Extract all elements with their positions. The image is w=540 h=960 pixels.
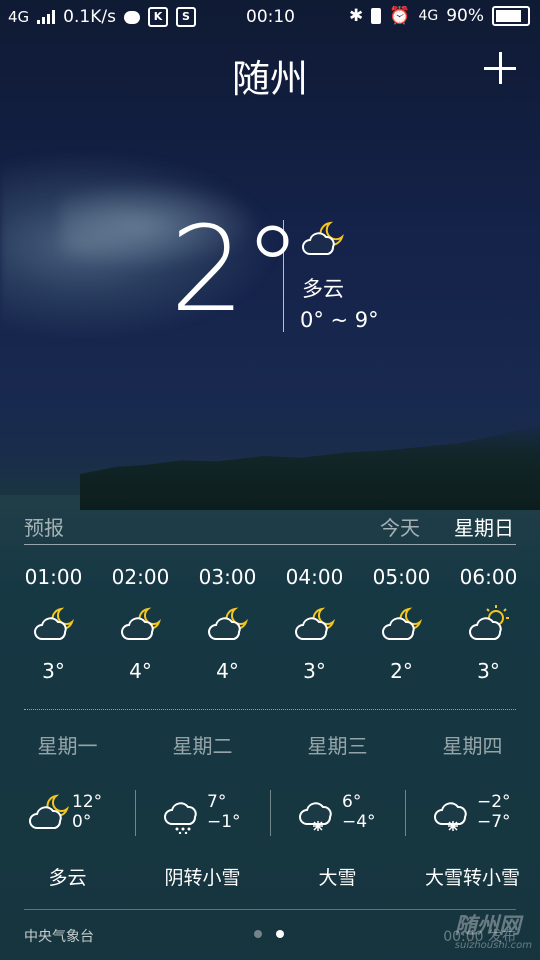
cloudy-sun-icon: [468, 603, 510, 645]
day-condition: 大雪转小雪: [424, 867, 520, 889]
day-high: −2°: [477, 792, 511, 812]
day-high: 6°: [342, 792, 362, 812]
day-cell: 7° −1°: [135, 788, 270, 844]
cloudy-night-icon: [33, 603, 75, 645]
day-high: 7°: [207, 792, 227, 812]
cloudy-night-icon: [300, 220, 346, 262]
divider: [283, 220, 284, 332]
plus-icon[interactable]: [484, 52, 516, 84]
page-indicator[interactable]: [254, 930, 284, 938]
watermark-logo: 随州网 suizhoushi.com: [455, 908, 532, 951]
charging-icon: [371, 8, 382, 24]
clock: 00:10: [246, 7, 295, 27]
cloudy-night-icon: [120, 603, 162, 645]
cloudy-night-icon: [207, 603, 249, 645]
footer-divider: [24, 909, 516, 910]
day-cell: 6° −4°: [270, 788, 405, 844]
day-name: 星期一: [37, 734, 98, 758]
hour-time: 06:00: [459, 565, 518, 589]
hour-temp: 4°: [216, 659, 239, 683]
current-condition: 多云: [302, 277, 344, 301]
dotted-divider: [24, 709, 516, 710]
day-name: 星期二: [172, 734, 233, 758]
alarm-icon: ⏰: [389, 6, 411, 26]
cloudy-night-icon: [28, 792, 70, 834]
day-condition: 大雪: [318, 867, 357, 889]
heavy-snow-icon: [298, 792, 340, 834]
heavy-snow-icon: [433, 792, 475, 834]
signal-icon: [37, 10, 56, 24]
status-bar: 4G 0.1K/s K S 00:10 ✱ ⏰ 4G 90%: [0, 0, 540, 34]
battery-icon: [492, 6, 530, 26]
hourly-item: 04:00 3°: [271, 565, 358, 683]
hour-time: 03:00: [198, 565, 257, 589]
network-type-right: 4G: [418, 8, 439, 24]
day-low: 0°: [72, 812, 92, 832]
page-dot-active[interactable]: [276, 930, 284, 938]
tab-today[interactable]: 今天: [380, 512, 420, 541]
hourly-item: 01:00 3°: [10, 565, 97, 683]
day-cell: 12° 0°: [0, 788, 135, 844]
hourly-item: 06:00 3°: [445, 565, 532, 683]
day-low: −1°: [207, 812, 241, 832]
forecast-header: 预报 今天 星期日: [24, 512, 516, 545]
watermark-url: suizhoushi.com: [454, 940, 532, 951]
city-title[interactable]: 随州: [0, 48, 540, 103]
hour-time: 02:00: [111, 565, 170, 589]
cloudy-night-icon: [381, 603, 423, 645]
day-separator: [405, 790, 406, 836]
hour-time: 05:00: [372, 565, 431, 589]
page-dot[interactable]: [254, 930, 262, 938]
forecast-label: 预报: [24, 516, 64, 540]
day-condition: 阴转小雪: [164, 867, 241, 889]
day-name: 星期三: [307, 734, 368, 758]
tab-sunday[interactable]: 星期日: [454, 512, 514, 541]
battery-percent: 90%: [446, 6, 484, 26]
hourly-item: 02:00 4°: [97, 565, 184, 683]
day-name: 星期四: [442, 734, 503, 758]
day-high: 12°: [72, 792, 103, 812]
background-treeline: [80, 427, 540, 510]
current-temperature: 2°: [170, 200, 302, 338]
hour-temp: 3°: [477, 659, 500, 683]
day-low: −7°: [477, 812, 511, 832]
day-low: −4°: [342, 812, 376, 832]
cloudy-night-icon: [294, 603, 336, 645]
hour-temp: 2°: [390, 659, 413, 683]
hour-temp: 3°: [42, 659, 65, 683]
bluetooth-icon: ✱: [349, 6, 364, 26]
hourly-item: 03:00 4°: [184, 565, 271, 683]
hour-time: 04:00: [285, 565, 344, 589]
network-speed: 0.1K/s: [63, 7, 116, 27]
day-cell: −2° −7°: [405, 788, 540, 844]
day-separator: [135, 790, 136, 836]
current-range: 0° ~ 9°: [300, 308, 379, 332]
network-type-left: 4G: [8, 8, 30, 26]
k-app-icon: K: [147, 7, 168, 27]
screenshot-icon: S: [175, 7, 196, 27]
chat-icon: [123, 10, 140, 24]
hourly-item: 05:00 2°: [358, 565, 445, 683]
hour-temp: 4°: [129, 659, 152, 683]
hour-temp: 3°: [303, 659, 326, 683]
watermark-text: 随州网: [454, 914, 521, 939]
light-snow-icon: [163, 792, 205, 835]
hour-time: 01:00: [24, 565, 83, 589]
data-source: 中央气象台: [24, 929, 94, 945]
day-separator: [270, 790, 271, 836]
day-condition: 多云: [48, 867, 87, 889]
